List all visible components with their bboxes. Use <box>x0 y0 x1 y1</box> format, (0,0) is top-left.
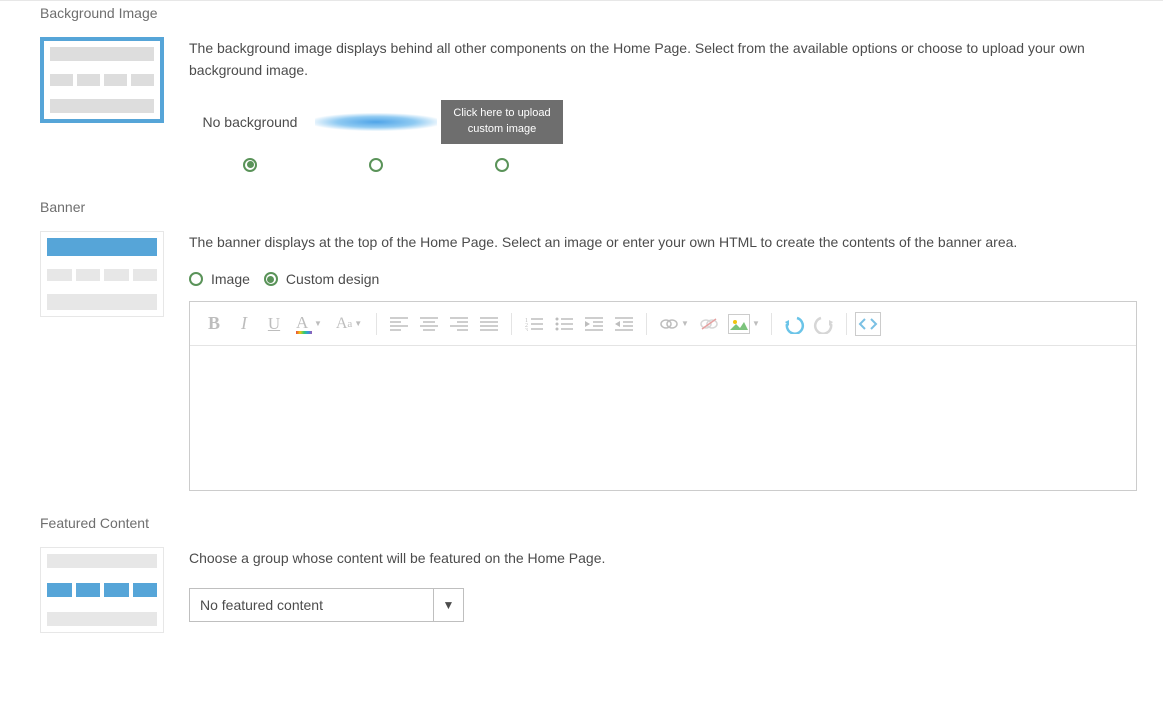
banner-radio-custom[interactable]: Custom design <box>264 271 379 287</box>
banner-radio-image-label: Image <box>211 271 250 287</box>
background-options: No background Click here to upload custo… <box>189 100 1133 175</box>
featured-description: Choose a group whose content will be fea… <box>189 547 1133 569</box>
align-right-button[interactable] <box>445 310 473 338</box>
toolbar-sep <box>771 313 772 335</box>
undo-button[interactable] <box>780 310 808 338</box>
background-image-section: Background Image The background image di… <box>0 5 1163 195</box>
html-editor: B I U A ▼ Aa▼ <box>189 301 1137 491</box>
bg-radio-upload[interactable] <box>495 158 509 172</box>
banner-title: Banner <box>40 199 1163 215</box>
banner-radio-image[interactable]: Image <box>189 271 250 287</box>
bg-option-wave[interactable] <box>315 100 437 175</box>
background-thumbnail <box>40 37 164 123</box>
align-center-button[interactable] <box>415 310 443 338</box>
text-color-button[interactable]: A ▼ <box>290 310 328 338</box>
image-button[interactable]: ▼ <box>725 310 763 338</box>
banner-section: Banner The banner displays at the top of… <box>0 199 1163 511</box>
bg-upload-label: Click here to upload custom image <box>441 100 563 144</box>
featured-group-select[interactable]: No featured content ▼ <box>189 588 464 622</box>
svg-text:3: 3 <box>525 328 528 331</box>
align-left-button[interactable] <box>385 310 413 338</box>
chevron-down-icon[interactable]: ▼ <box>433 589 463 621</box>
font-size-button[interactable]: Aa▼ <box>330 310 368 338</box>
indent-button[interactable] <box>580 310 608 338</box>
bg-radio-none[interactable] <box>243 158 257 172</box>
bg-radio-wave[interactable] <box>369 158 383 172</box>
bold-button[interactable]: B <box>200 310 228 338</box>
top-divider <box>0 0 1163 1</box>
background-description: The background image displays behind all… <box>189 37 1133 82</box>
banner-radio-custom-dot[interactable] <box>264 272 278 286</box>
unordered-list-button[interactable] <box>550 310 578 338</box>
toolbar-sep <box>511 313 512 335</box>
bg-wave-preview <box>315 100 437 144</box>
banner-radio-image-dot[interactable] <box>189 272 203 286</box>
banner-radio-custom-label: Custom design <box>286 271 379 287</box>
italic-button[interactable]: I <box>230 310 258 338</box>
featured-title: Featured Content <box>40 515 1163 531</box>
link-button[interactable]: ▼ <box>655 310 693 338</box>
editor-toolbar: B I U A ▼ Aa▼ <box>190 302 1136 346</box>
toolbar-sep <box>846 313 847 335</box>
align-justify-button[interactable] <box>475 310 503 338</box>
featured-select-value: No featured content <box>190 589 433 621</box>
ordered-list-button[interactable]: 123 <box>520 310 548 338</box>
bg-option-none-label: No background <box>189 100 311 144</box>
toolbar-sep <box>646 313 647 335</box>
unlink-button[interactable] <box>695 310 723 338</box>
bg-option-none[interactable]: No background <box>189 100 311 172</box>
background-image-title: Background Image <box>40 5 1163 21</box>
featured-thumbnail <box>40 547 164 633</box>
redo-button[interactable] <box>810 310 838 338</box>
editor-content-area[interactable] <box>190 346 1136 490</box>
banner-description: The banner displays at the top of the Ho… <box>189 231 1137 253</box>
bg-option-upload[interactable]: Click here to upload custom image <box>441 100 563 175</box>
underline-button[interactable]: U <box>260 310 288 338</box>
featured-content-section: Featured Content Choose a group whose co… <box>0 515 1163 653</box>
toolbar-sep <box>376 313 377 335</box>
banner-radio-group: Image Custom design <box>189 271 1137 287</box>
banner-thumbnail <box>40 231 164 317</box>
source-button[interactable] <box>855 312 881 336</box>
outdent-button[interactable] <box>610 310 638 338</box>
